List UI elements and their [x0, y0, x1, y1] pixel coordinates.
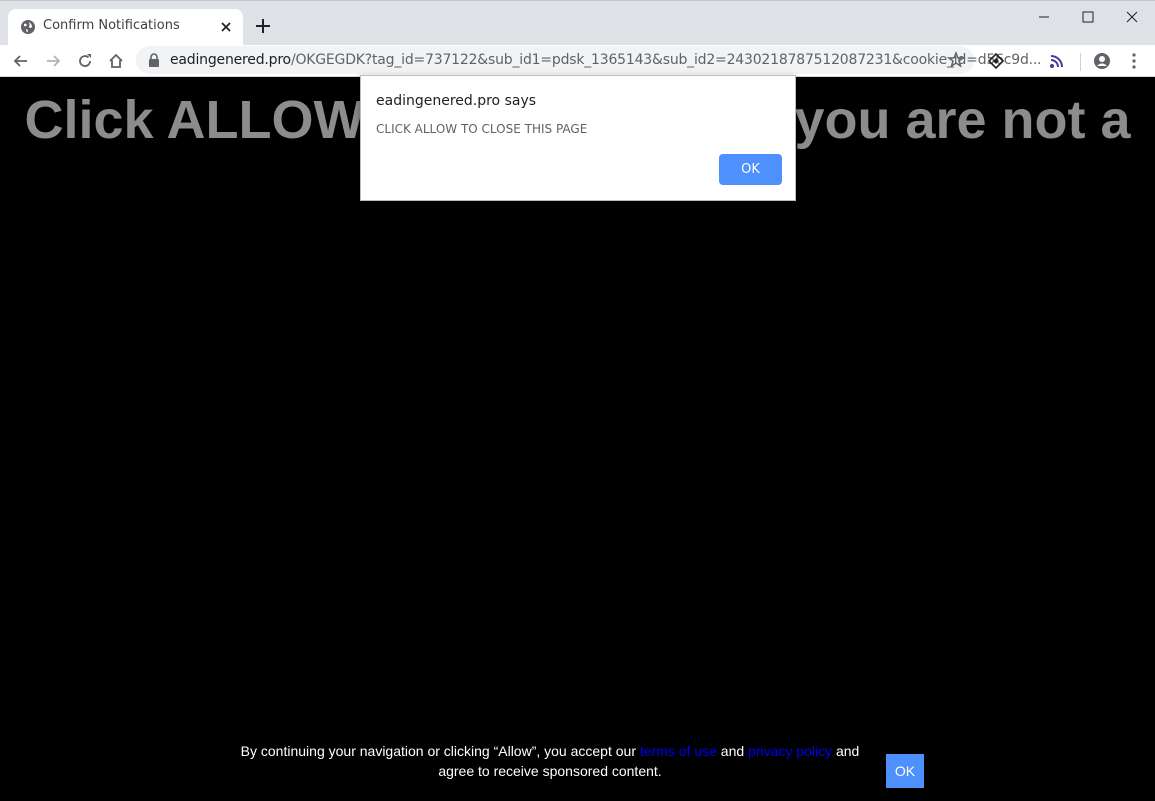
back-arrow-icon[interactable] [11, 51, 31, 71]
minimize-icon[interactable] [1034, 7, 1054, 27]
privacy-link[interactable]: privacy policy [748, 743, 832, 759]
address-bar[interactable]: eadingenered.pro/OKGEGDK?tag_id=737122&s… [136, 46, 1042, 74]
menu-kebab-icon[interactable] [1124, 51, 1144, 71]
rss-feed-icon[interactable] [1047, 51, 1067, 71]
dialog-message: CLICK ALLOW TO CLOSE THIS PAGE [376, 122, 588, 136]
bookmark-star-icon[interactable] [946, 50, 966, 70]
url-host: eadingenered.pro [170, 52, 291, 68]
maximize-icon[interactable] [1078, 7, 1098, 27]
consent-ok-button[interactable]: OK [886, 754, 924, 788]
url-path: /OKGEGDK?tag_id=737122&sub_id1=pdsk_1365… [290, 52, 1042, 68]
alert-dialog: eadingenered.pro says CLICK ALLOW TO CLO… [360, 75, 796, 201]
browser-toolbar: eadingenered.pro/OKGEGDK?tag_id=737122&s… [0, 45, 1155, 77]
lock-icon[interactable] [148, 53, 160, 67]
dialog-title: eadingenered.pro says [376, 93, 537, 109]
tab-close-icon[interactable] [218, 19, 234, 35]
headline-right: you are not a [794, 90, 1131, 150]
tab-title: Confirm Notifications [43, 18, 180, 33]
consent-text: By continuing your navigation or clickin… [230, 741, 870, 781]
consent-before: By continuing your navigation or clickin… [240, 743, 636, 759]
terms-link[interactable]: terms of use [640, 743, 717, 759]
close-window-icon[interactable] [1122, 7, 1142, 27]
profile-avatar-icon[interactable] [1092, 51, 1112, 71]
url-text[interactable]: eadingenered.pro/OKGEGDK?tag_id=737122&s… [170, 52, 1042, 68]
globe-icon [21, 20, 35, 34]
toolbar-separator [1080, 53, 1081, 71]
browser-tab[interactable]: Confirm Notifications [8, 9, 243, 46]
forward-arrow-icon[interactable] [43, 51, 63, 71]
dialog-ok-button[interactable]: OK [719, 154, 782, 185]
extension-icon[interactable] [986, 51, 1006, 71]
tab-strip: Confirm Notifications [0, 0, 1155, 46]
headline-left: Click ALLOW [24, 90, 365, 150]
reload-icon[interactable] [75, 51, 95, 71]
new-tab-icon[interactable] [254, 17, 272, 35]
home-icon[interactable] [106, 51, 126, 71]
consent-and: and [720, 743, 745, 759]
